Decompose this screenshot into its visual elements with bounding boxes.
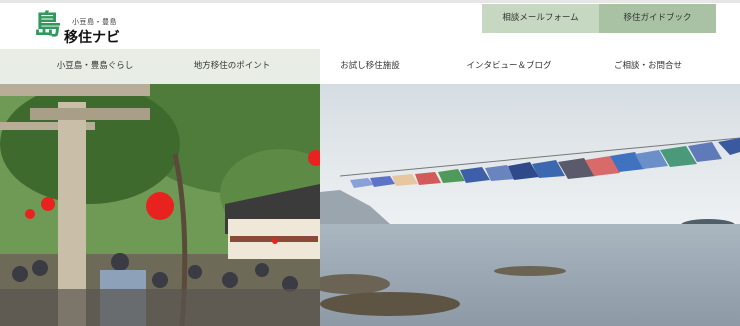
- site-header: 島 小豆島・豊島 移住ナビ 相談メールフォーム 移住ガイドブック: [0, 3, 740, 49]
- hero-festival-photo: [0, 84, 350, 326]
- hero-seaside-photo: [310, 84, 740, 326]
- nav-item-relocation-points[interactable]: 地方移住のポイント: [178, 49, 286, 84]
- logo-mark: 島: [34, 10, 61, 41]
- festival-photo-illustration: [0, 84, 350, 326]
- nav-item-island-life[interactable]: 小豆島・豊島ぐらし: [40, 49, 150, 84]
- relocation-guidebook-button[interactable]: 移住ガイドブック: [599, 4, 716, 33]
- site-logo[interactable]: 島 小豆島・豊島 移住ナビ: [34, 10, 124, 47]
- logo-subtitle: 小豆島・豊島: [72, 18, 117, 26]
- consult-mail-form-button[interactable]: 相談メールフォーム: [482, 4, 599, 33]
- logo-title: 移住ナビ: [64, 30, 120, 46]
- hero-images: [0, 84, 740, 326]
- seaside-koinobori-illustration: [310, 84, 740, 326]
- main-nav: 小豆島・豊島ぐらし 地方移住のポイント お試し移住施設 インタビュー＆ブログ ご…: [0, 49, 740, 84]
- nav-item-interview-blog[interactable]: インタビュー＆ブログ: [454, 49, 564, 84]
- nav-item-trial-facilities[interactable]: お試し移住施設: [320, 49, 420, 84]
- nav-item-contact[interactable]: ご相談・お問合せ: [596, 49, 700, 84]
